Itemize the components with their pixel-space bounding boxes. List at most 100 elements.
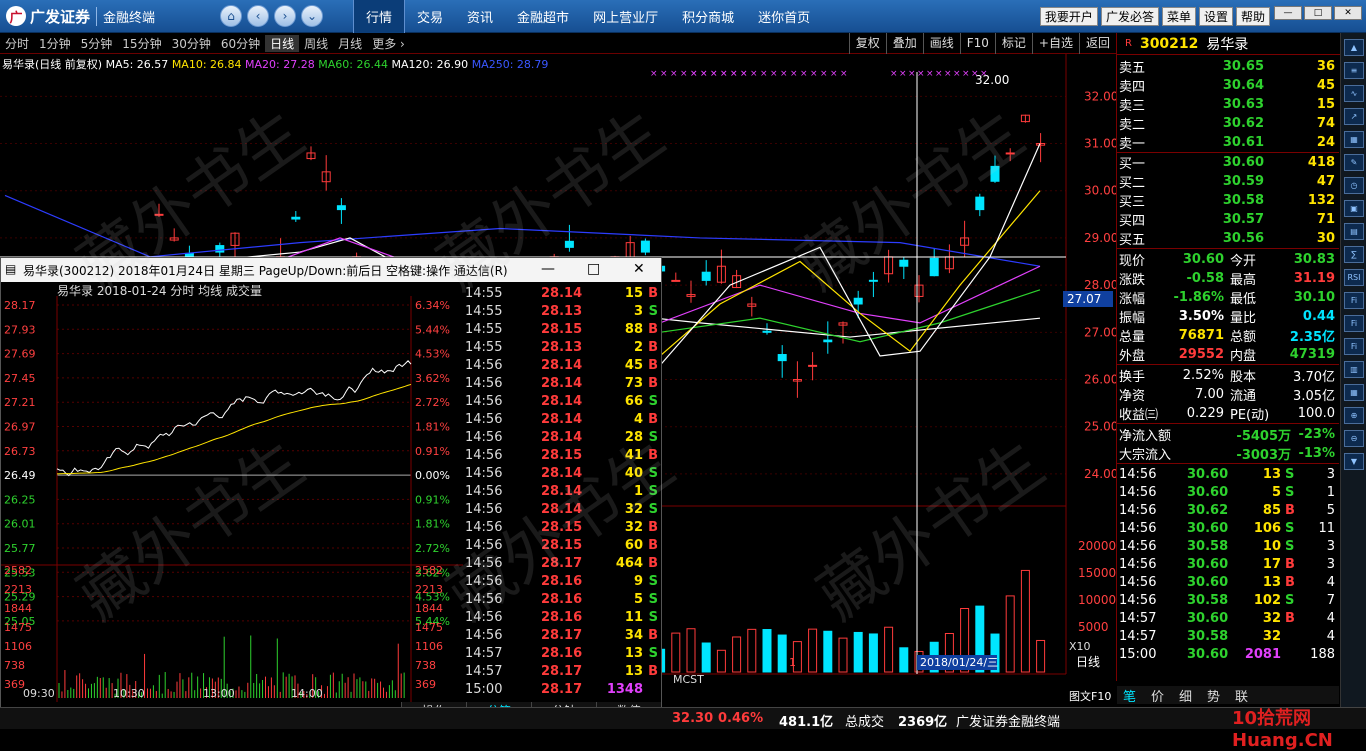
stat-value: 2.35亿 (1289, 329, 1335, 345)
minimize-icon[interactable]: — (1274, 6, 1302, 20)
current-price-label: 27.07 (1067, 292, 1101, 306)
popup-maximize-icon[interactable]: □ (587, 261, 600, 277)
trade-price: 28.16 (541, 646, 583, 661)
quote-tab-2[interactable]: 细 (1179, 686, 1192, 705)
close-icon[interactable]: ✕ (1334, 6, 1362, 20)
side-tool-icon[interactable]: ▤ (1344, 223, 1364, 240)
menu-0[interactable]: 行情 (353, 0, 406, 33)
tool-button-0[interactable]: 复权 (848, 33, 886, 54)
period-0[interactable]: 分时 (0, 35, 34, 52)
collapse-icon[interactable]: ⌄ (301, 5, 323, 27)
menu-3[interactable]: 金融超市 (505, 0, 581, 33)
period-2[interactable]: 5分钟 (76, 35, 118, 52)
side-icon-bar: ▲ ≡ ∿ ↗ ▦ ✎ ◷ ▣ ▤ ∑ RSI Fi Fi Fi ▥ ▦ ⊕ ⊖ ▼ (1340, 33, 1366, 729)
period-6[interactable]: 日线 (265, 34, 300, 52)
row-volume: 15 (1316, 96, 1335, 112)
side-tool-icon[interactable]: Fi (1344, 338, 1364, 355)
home-icon[interactable]: ⌂ (220, 5, 242, 27)
side-tool-icon[interactable]: ▦ (1344, 131, 1364, 148)
stat-value: -1.86% (1173, 289, 1225, 305)
tool-button-4[interactable]: 标记 (994, 33, 1032, 54)
side-tool-icon[interactable]: ▣ (1344, 200, 1364, 217)
tool-button-2[interactable]: 画线 (922, 33, 960, 54)
side-tool-icon[interactable]: Fi (1344, 292, 1364, 309)
side-tool-icon[interactable]: ◷ (1344, 177, 1364, 194)
side-tool-icon[interactable]: ▦ (1344, 384, 1364, 401)
period-9[interactable]: 更多 › (367, 35, 410, 52)
side-tool-icon[interactable]: ⊕ (1344, 407, 1364, 424)
side-tool-icon[interactable]: ✎ (1344, 154, 1364, 171)
popup-vol-tick: 1844 (415, 602, 443, 615)
popup-pct-tick: 0.91% (415, 445, 450, 458)
maximize-icon[interactable]: □ (1304, 6, 1332, 20)
row-price: 30.62 (1222, 115, 1264, 131)
menu-5[interactable]: 积分商城 (670, 0, 746, 33)
trade-time: 14:56 (465, 610, 503, 625)
intraday-chart[interactable]: 28.17 6.34% 27.93 5.44% 27.69 4.53% 27.45 3.62%… (1, 282, 463, 702)
menu-6[interactable]: 迷你首页 (746, 0, 822, 33)
tool-button-1[interactable]: 叠加 (885, 33, 923, 54)
side-tool-icon[interactable]: ⊖ (1344, 430, 1364, 447)
side-tool-icon[interactable]: Fi (1344, 315, 1364, 332)
trade-direction: S (648, 574, 658, 589)
top-button-2[interactable]: 菜单 (1161, 7, 1196, 26)
side-tool-icon[interactable]: ∿ (1344, 85, 1364, 102)
ma5-label: MA5: 26.57 (105, 58, 169, 71)
stat-row: 换手 2.52% 股本 3.70亿 (1117, 366, 1339, 385)
stat-value: 29552 (1178, 346, 1224, 362)
period-4[interactable]: 30分钟 (167, 35, 216, 52)
period-1[interactable]: 1分钟 (34, 35, 76, 52)
tool-button-6[interactable]: 返回 (1078, 33, 1116, 54)
period-7[interactable]: 周线 (299, 35, 333, 52)
tick-count: 3 (1326, 538, 1335, 554)
trade-direction: B (648, 322, 658, 337)
popup-minimize-icon[interactable]: — (541, 261, 555, 277)
stat-value: 3.05亿 (1293, 388, 1335, 404)
top-button-4[interactable]: 帮助 (1235, 7, 1270, 26)
trade-row: 14:56 28.14 28 S (463, 430, 661, 448)
tick-volume: 106 (1253, 520, 1281, 536)
tool-button-3[interactable]: F10 (959, 33, 995, 54)
top-button-1[interactable]: 广发必答 (1100, 7, 1159, 26)
candle-body (975, 196, 985, 211)
menu-4[interactable]: 网上营业厅 (581, 0, 670, 33)
trade-time: 14:55 (465, 340, 503, 355)
trade-volume: 13 (624, 646, 643, 661)
stat-value: 47319 (1289, 346, 1335, 362)
period-5[interactable]: 60分钟 (216, 35, 265, 52)
side-tool-icon[interactable]: ▲ (1344, 39, 1364, 56)
side-tool-icon[interactable]: RSI (1344, 269, 1364, 286)
trade-row: 14:56 28.16 5 S (463, 592, 661, 610)
period-3[interactable]: 15分钟 (117, 35, 166, 52)
side-tool-icon[interactable]: ↗ (1344, 108, 1364, 125)
popup-close-icon[interactable]: ✕ (633, 261, 645, 277)
trade-row: 14:56 28.14 45 B (463, 358, 661, 376)
candle-body (671, 279, 681, 282)
flow-pct: -13% (1298, 445, 1335, 461)
volume-bar (732, 636, 742, 673)
menu-1[interactable]: 交易 (405, 0, 455, 33)
trade-price: 28.14 (541, 412, 583, 427)
trade-price: 28.17 (541, 628, 583, 643)
side-tool-icon[interactable]: ▥ (1344, 361, 1364, 378)
side-tool-icon[interactable]: ▼ (1344, 453, 1364, 470)
stat-value: 0.44 (1302, 308, 1335, 324)
top-button-3[interactable]: 设置 (1198, 7, 1233, 26)
forward-icon[interactable]: › (274, 5, 296, 27)
app-subtitle: 金融终端 (96, 6, 155, 26)
quote-tab-0[interactable]: 笔 (1123, 686, 1136, 705)
trade-direction: B (648, 664, 658, 679)
tool-button-5[interactable]: +自选 (1031, 33, 1079, 54)
back-icon[interactable]: ‹ (247, 5, 269, 27)
top-button-0[interactable]: 我要开户 (1039, 7, 1098, 26)
period-8[interactable]: 月线 (333, 35, 367, 52)
signal-mark: × (926, 69, 934, 79)
quote-tab-1[interactable]: 价 (1151, 686, 1164, 705)
quote-tab-4[interactable]: 联 (1235, 686, 1248, 705)
menu-2[interactable]: 资讯 (455, 0, 505, 33)
side-tool-icon[interactable]: ∑ (1344, 246, 1364, 263)
quote-tab-3[interactable]: 势 (1207, 686, 1220, 705)
popup-price-tick: 25.77 (4, 542, 36, 555)
tick-count: 4 (1326, 574, 1335, 590)
side-tool-icon[interactable]: ≡ (1344, 62, 1364, 79)
